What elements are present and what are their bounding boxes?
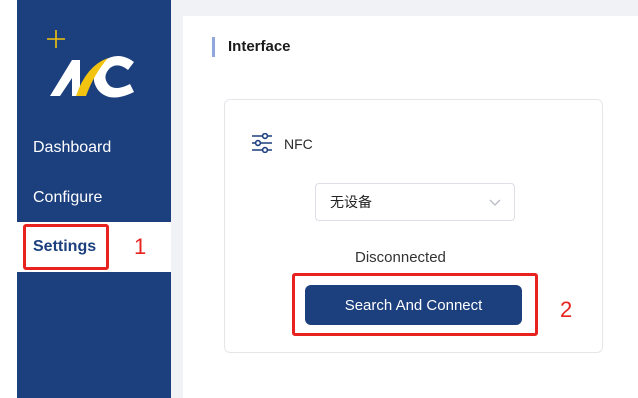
page-title: Interface [228, 38, 291, 55]
device-select-value: 无设备 [330, 194, 372, 210]
app-logo [47, 30, 134, 98]
sidebar-item-configure[interactable]: Configure [17, 178, 171, 218]
app-window: Dashboard Configure Settings Interface N… [0, 0, 638, 398]
annotation-number-2: 2 [560, 297, 573, 322]
sidebar-item-label: Settings [33, 238, 97, 255]
sidebar-item-label: Configure [33, 189, 103, 206]
card-title: NFC [284, 136, 313, 152]
search-and-connect-button[interactable]: Search And Connect [305, 285, 522, 325]
sliders-icon [252, 133, 272, 153]
device-select[interactable]: 无设备 [315, 183, 515, 221]
sidebar-item-settings[interactable]: Settings [17, 222, 171, 272]
connection-status: Disconnected [355, 249, 446, 266]
annotation-number-1: 1 [134, 234, 147, 259]
sidebar-item-label: Dashboard [33, 139, 112, 156]
sidebar-item-dashboard[interactable]: Dashboard [17, 128, 171, 168]
chevron-down-icon [489, 199, 501, 206]
title-accent-bar [212, 37, 215, 57]
